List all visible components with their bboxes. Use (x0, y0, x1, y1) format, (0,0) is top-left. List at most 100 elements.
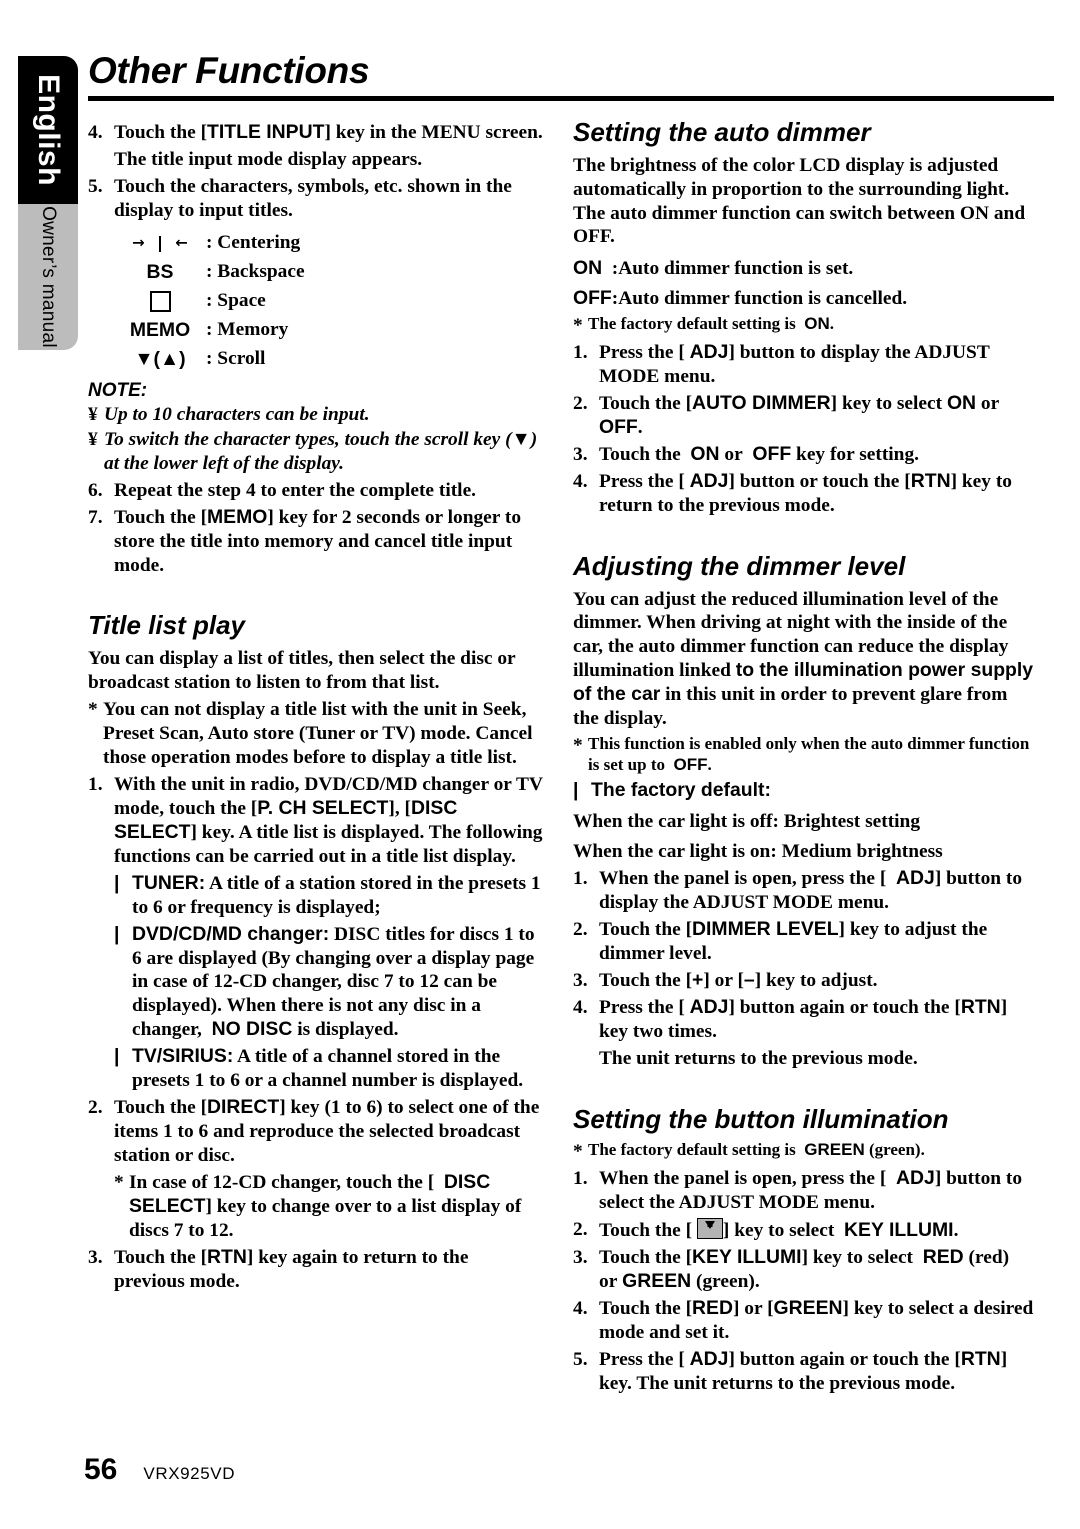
step-text: When the panel is open, press the [ ADJ]… (599, 1167, 1038, 1215)
bullet-tuner: | TUNER: A title of a station stored in … (114, 872, 543, 920)
side-tab-owners-manual-label: Owner’s manual (38, 206, 59, 348)
step-text: Press the [ ADJ] button again or touch t… (599, 996, 1038, 1044)
step-number: 4. (573, 471, 588, 493)
step-number: 7. (88, 506, 103, 528)
section-heading-auto-dimmer: Setting the auto dimmer (573, 117, 871, 147)
step-number: 1. (573, 868, 588, 890)
step-touch-on-off: 3. Touch the ON or OFF key for setting. (573, 443, 1038, 467)
bullet-dvd-cd-md-changer: | DVD/CD/MD changer: DISC titles for dis… (114, 923, 543, 1043)
step-direct-key: 2. Touch the [DIRECT] key (1 to 6) to se… (88, 1096, 543, 1168)
key-off: OFF (752, 443, 792, 466)
bullet-text: TV/SIRIUS: A title of a channel stored i… (132, 1045, 543, 1093)
step-dimmer-level-key: 2. Touch the [DIMMER LEVEL] key to adjus… (573, 918, 1038, 966)
step-text-a: Touch the [ (599, 918, 693, 940)
step-plus-minus-adjust: 3. Touch the [+] or [–] key to adjust. (573, 969, 1038, 993)
step-text: Touch the [DIMMER LEVEL] key to adjust t… (599, 918, 1038, 966)
page-number: 56 (84, 1453, 118, 1486)
symbol-legend-table: → ← : Centering BS : Backspace : Space M… (114, 229, 543, 374)
step-text-a: Touch the [ (114, 122, 208, 143)
note-text: The factory default setting is GREEN (gr… (588, 1140, 1038, 1164)
note-marker: ¥ (88, 428, 98, 450)
step-text: With the unit in radio, DVD/CD/MD change… (114, 773, 543, 869)
key-green: GREEN (773, 1297, 843, 1320)
note-text: The factory default setting is ON. (588, 314, 1038, 338)
step-illum-adj-rtn-return: 5. Press the [ ADJ] button again or touc… (573, 1348, 1038, 1396)
default-car-light-off: When the car light is off: Brightest set… (573, 811, 921, 833)
bullet-label: TV/SIRIUS: (132, 1045, 234, 1068)
key-off: OFF (599, 416, 638, 439)
note-text-b: . (707, 755, 712, 775)
button-illumination-default-note: * The factory default setting is GREEN (… (573, 1140, 1038, 1164)
title-list-play-intro: You can display a list of titles, then s… (88, 648, 516, 694)
key-title-input: TITLE INPUT (207, 121, 325, 143)
step-direct-key-note: * In case of 12-CD changer, touch the [ … (114, 1171, 543, 1243)
note-text: To switch the character types, touch the… (104, 428, 538, 474)
step-text-a: Touch the [ (114, 1246, 208, 1268)
key-on: ON (804, 314, 830, 334)
side-tab-group: English Owner’s manual (18, 56, 78, 350)
key-green: GREEN (804, 1140, 865, 1160)
step-text-a: Press the [ (599, 342, 685, 364)
step-text: Touch the [MEMO] key for 2 seconds or lo… (114, 506, 543, 578)
step-text-a: Touch the [ (599, 1220, 693, 1242)
note-text-b: (green). (868, 1140, 925, 1160)
step-text-c: . (637, 417, 643, 439)
step-number: 3. (573, 1247, 588, 1269)
step-text: Touch the [+] or [–] key to adjust. (599, 969, 1038, 993)
left-column: 4. Touch the [TITLE INPUT] key in the ME… (88, 118, 543, 1396)
step-text-b: ] key to select (801, 1247, 914, 1269)
step-display-title-list: 1. With the unit in radio, DVD/CD/MD cha… (88, 773, 543, 869)
key-bs: BS (146, 260, 174, 283)
key-memo: MEMO (129, 318, 191, 341)
bullet-tv-sirius: | TV/SIRIUS: A title of a channel stored… (114, 1045, 543, 1093)
symbol-row-memory: MEMO : Memory (114, 316, 543, 345)
symbol-row-centering: → ← : Centering (114, 229, 543, 258)
star-marker: * (573, 1141, 583, 1163)
step-text: Press the [ ADJ] button or touch the [RT… (599, 470, 1038, 518)
step-number: 3. (88, 1246, 103, 1268)
content-columns: 4. Touch the [TITLE INPUT] key in the ME… (88, 118, 1056, 1396)
auto-dimmer-default-note: * The factory default setting is ON. (573, 314, 1038, 338)
key-rtn: RTN (960, 1347, 1001, 1370)
step-number: 2. (88, 1097, 103, 1119)
step-number: 4. (88, 122, 103, 143)
step-text-a: Touch the [ (114, 506, 208, 528)
step-text: When the panel is open, press the [ ADJ]… (599, 867, 1038, 915)
bar-marker: | (573, 779, 579, 802)
key-adj: ADJ (689, 995, 729, 1018)
step-text-b: ] button or touch the [ (728, 471, 911, 493)
bullet-body-b: is displayed. (297, 1019, 399, 1041)
step-number: 4. (573, 1298, 588, 1320)
step-text-a: Press the [ (599, 996, 685, 1018)
auto-dimmer-on-line: ON :Auto dimmer function is set. (573, 257, 1038, 281)
centering-glyph: → ← (132, 235, 188, 252)
step-text-a: When the panel is open, press the [ (599, 1168, 887, 1190)
key-off: OFF (673, 755, 708, 775)
step-text-b: ] key to select (722, 1220, 835, 1242)
step-adj-rtn-two-times: 4. Press the [ ADJ] button again or touc… (573, 996, 1038, 1044)
step-text-b: ] or [ (732, 1298, 774, 1320)
step-rtn-return: 3. Touch the [RTN] key again to return t… (88, 1246, 543, 1294)
dimmer-level-note: * This function is enabled only when the… (573, 734, 1038, 776)
factory-default-label: The factory default: (591, 779, 771, 802)
step-illum-panel-open-adj: 1. When the panel is open, press the [ A… (573, 1167, 1038, 1215)
dimmer-level-step4-follow: The unit returns to the previous mode. (599, 1047, 918, 1069)
step-text-a: Touch the (599, 444, 681, 466)
step-text-b: ] key in the MENU screen. (324, 122, 543, 143)
symbol-row-backspace: BS : Backspace (114, 258, 543, 287)
step-text-b: ] button again or touch the [ (728, 1348, 961, 1370)
auto-dimmer-off-text: :Auto dimmer function is cancelled. (611, 288, 908, 310)
page-header: Other Functions (88, 52, 1054, 101)
auto-dimmer-off-line: OFF:Auto dimmer function is cancelled. (573, 287, 1038, 311)
step-text-a: Touch the [ (114, 1097, 208, 1119)
key-minus: – (743, 968, 755, 991)
symbol-label: : Scroll (206, 348, 266, 370)
step-text-b: ], [ (388, 797, 411, 819)
symbol-label: : Backspace (206, 261, 305, 283)
step-text-a: Touch the [ (599, 969, 693, 991)
key-no-disc: NO DISC (211, 1018, 293, 1041)
side-tab-owners-manual: Owner’s manual (18, 204, 78, 350)
bullet-text: TUNER: A title of a station stored in th… (132, 872, 543, 920)
key-on: ON (690, 443, 720, 466)
